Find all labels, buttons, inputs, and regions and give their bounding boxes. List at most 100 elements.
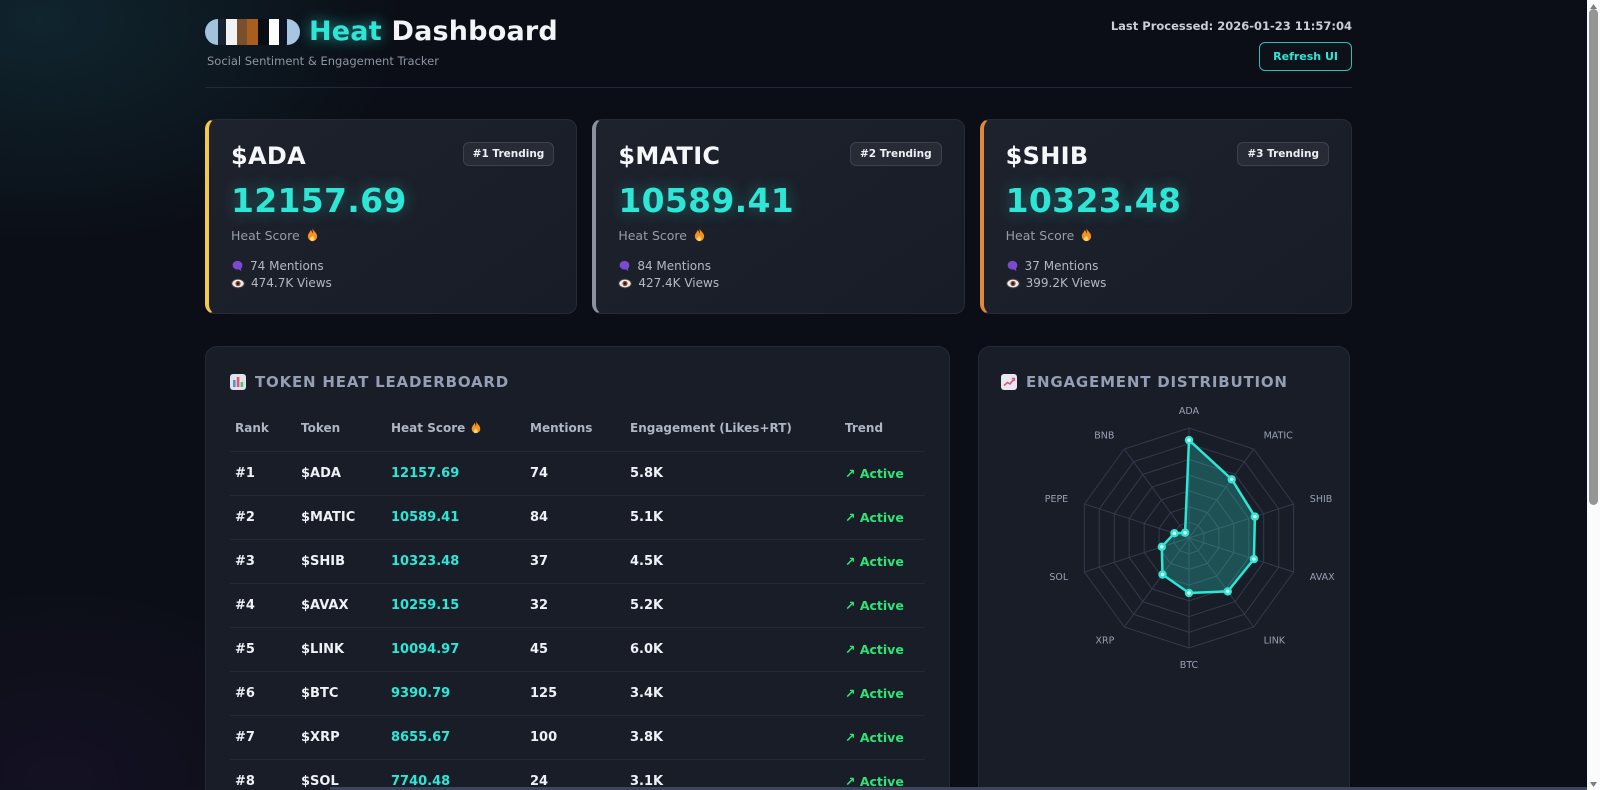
eye-icon [1006,278,1020,289]
bar-chart-icon [230,374,246,390]
flame-icon [693,228,706,243]
cell-engagement: 5.1K [630,510,845,525]
eye-icon [231,278,245,289]
page-subtitle: Social Sentiment & Engagement Tracker [207,54,558,68]
cell-engagement: 6.0K [630,642,845,657]
radar-axis-label: BTC [1180,660,1199,671]
cell-mentions: 74 [530,466,630,481]
vertical-scrollbar[interactable] [1587,0,1600,790]
cell-rank: #6 [235,686,301,701]
trending-card-ada: $ADA #1 Trending 12157.69 Heat Score 74 … [205,119,577,314]
table-row: #1 $ADA 12157.69 74 5.8K ↗ Active [230,451,925,495]
table-row: #4 $AVAX 10259.15 32 5.2K ↗ Active [230,583,925,627]
column-heat-score: Heat Score [391,421,530,435]
header-right: Last Processed: 2026-01-23 11:57:04 Refr… [1111,16,1352,71]
trending-rank-badge: #2 Trending [850,142,942,166]
cell-token: $ADA [301,466,391,481]
cell-engagement: 3.4K [630,686,845,701]
column-rank: Rank [235,421,301,435]
heat-score-label: Heat Score [1006,228,1075,243]
cell-rank: #4 [235,598,301,613]
cell-trend: ↗ Active [845,730,925,745]
radar-axis-label: XRP [1096,636,1115,647]
table-row: #7 $XRP 8655.67 100 3.8K ↗ Active [230,715,925,759]
table-row: #8 $SOL 7740.48 24 3.1K ↗ Active [230,759,925,790]
trending-card-matic: $MATIC #2 Trending 10589.41 Heat Score 8… [592,119,964,314]
engagement-panel: ENGAGEMENT DISTRIBUTION ADAMATICSHIBAVAX… [978,346,1350,790]
cell-token: $MATIC [301,510,391,525]
cell-rank: #2 [235,510,301,525]
heat-score-value: 12157.69 [231,181,554,220]
cell-engagement: 5.8K [630,466,845,481]
views-stat: 427.4K Views [638,275,719,292]
header: Heat Dashboard Social Sentiment & Engage… [205,16,1352,71]
table-row: #5 $LINK 10094.97 45 6.0K ↗ Active [230,627,925,671]
leaderboard-title: TOKEN HEAT LEADERBOARD [255,373,509,391]
cell-trend: ↗ Active [845,686,925,701]
cell-trend: ↗ Active [845,554,925,569]
leaderboard-table: Rank Token Heat Score Mentions Engagemen… [230,415,925,790]
page-content: Heat Dashboard Social Sentiment & Engage… [205,0,1352,790]
radar-axis-label: AVAX [1310,572,1335,583]
radar-axis-label: BNB [1094,430,1114,441]
radar-axis-label: MATIC [1264,430,1294,441]
leaderboard-panel: TOKEN HEAT LEADERBOARD Rank Token Heat S… [205,346,950,790]
table-row: #2 $MATIC 10589.41 84 5.1K ↗ Active [230,495,925,539]
main-panels: TOKEN HEAT LEADERBOARD Rank Token Heat S… [205,346,1352,790]
cell-rank: #7 [235,730,301,745]
trending-card-shib: $SHIB #3 Trending 10323.48 Heat Score 37… [980,119,1352,314]
cell-trend: ↗ Active [845,598,925,613]
table-row: #3 $SHIB 10323.48 37 4.5K ↗ Active [230,539,925,583]
cell-rank: #3 [235,554,301,569]
scrollbar-down-arrow-icon[interactable] [1587,778,1600,790]
mentions-stat: 84 Mentions [637,258,711,275]
page-title-rest: Dashboard [391,16,557,47]
header-left: Heat Dashboard Social Sentiment & Engage… [205,16,558,68]
cell-engagement: 4.5K [630,554,845,569]
column-mentions: Mentions [530,421,630,435]
cell-mentions: 45 [530,642,630,657]
heat-score-label: Heat Score [231,228,300,243]
column-token: Token [301,421,391,435]
cell-mentions: 100 [530,730,630,745]
speech-bubble-icon [231,260,244,273]
heat-score-value: 10589.41 [618,181,941,220]
cell-rank: #1 [235,466,301,481]
cell-token: $SHIB [301,554,391,569]
cell-token: $AVAX [301,598,391,613]
app-logo-icon [205,19,300,45]
token-symbol: $SHIB [1006,142,1089,170]
column-trend: Trend [845,421,925,435]
cell-trend: ↗ Active [845,642,925,657]
speech-bubble-icon [1006,260,1019,273]
cell-rank: #8 [235,774,301,789]
trending-rank-badge: #1 Trending [463,142,555,166]
cell-token: $LINK [301,642,391,657]
radar-axis-label: PEPE [1045,494,1068,505]
leaderboard-header-row: Rank Token Heat Score Mentions Engagemen… [230,415,925,451]
heat-score-label: Heat Score [618,228,687,243]
column-engagement: Engagement (Likes+RT) [630,421,845,435]
token-symbol: $MATIC [618,142,720,170]
flame-icon [306,228,319,243]
scrollbar-thumb[interactable] [1589,9,1598,505]
page-title-accent: Heat [309,16,382,47]
radar-axis-label: SHIB [1310,494,1333,505]
cell-heat-score: 10589.41 [391,510,530,525]
cell-engagement: 3.8K [630,730,845,745]
radar-axis-label: LINK [1264,636,1286,647]
trending-cards: $ADA #1 Trending 12157.69 Heat Score 74 … [205,119,1352,314]
views-stat: 474.7K Views [251,275,332,292]
cell-heat-score: 10323.48 [391,554,530,569]
views-stat: 399.2K Views [1026,275,1107,292]
speech-bubble-icon [618,260,631,273]
radar-data-shape [1162,440,1255,593]
cell-engagement: 5.2K [630,598,845,613]
table-row: #6 $BTC 9390.79 125 3.4K ↗ Active [230,671,925,715]
last-processed-timestamp: Last Processed: 2026-01-23 11:57:04 [1111,19,1352,33]
refresh-ui-button[interactable]: Refresh UI [1259,42,1352,71]
token-symbol: $ADA [231,142,306,170]
header-divider [205,87,1352,88]
trending-rank-badge: #3 Trending [1237,142,1329,166]
cell-mentions: 84 [530,510,630,525]
